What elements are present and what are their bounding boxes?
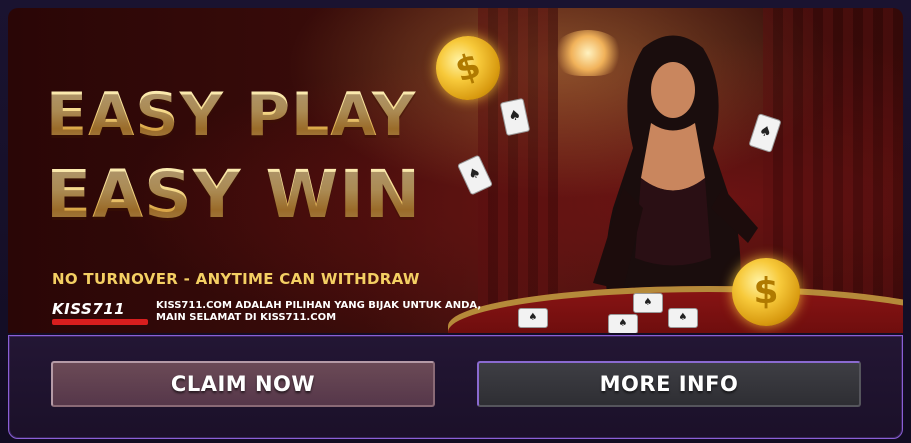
promo-widget: ♠ ♠ ♠ ♠ ♠ ♠ ♠ $ $ EASY PLAY EASY WIN NO … (0, 0, 911, 443)
headline-line-1: EASY PLAY (46, 80, 417, 150)
tagline: NO TURNOVER - ANYTIME CAN WITHDRAW (52, 270, 420, 288)
more-info-button[interactable]: MORE INFO (477, 361, 861, 407)
headline-line-2: EASY WIN (46, 156, 422, 233)
gold-coin-icon: $ (732, 258, 800, 326)
claim-now-button[interactable]: CLAIM NOW (51, 361, 435, 407)
playing-card: ♠ (608, 314, 638, 333)
promo-banner: ♠ ♠ ♠ ♠ ♠ ♠ ♠ $ $ EASY PLAY EASY WIN NO … (8, 8, 903, 333)
playing-card: ♠ (668, 308, 698, 328)
brand-logo-text: KISS711 (52, 300, 126, 318)
promo-text: KISS711.COM ADALAH PILIHAN YANG BIJAK UN… (156, 300, 481, 324)
promo-text-line-2: MAIN SELAMAT DI KISS711.COM (156, 312, 337, 323)
brand-logo-bar (52, 319, 148, 325)
playing-card: ♠ (518, 308, 548, 328)
brand-logo: KISS711 (52, 300, 150, 325)
playing-card: ♠ (633, 293, 663, 313)
promo-text-line-1: KISS711.COM ADALAH PILIHAN YANG BIJAK UN… (156, 300, 482, 311)
action-panel: CLAIM NOW MORE INFO (8, 335, 903, 439)
